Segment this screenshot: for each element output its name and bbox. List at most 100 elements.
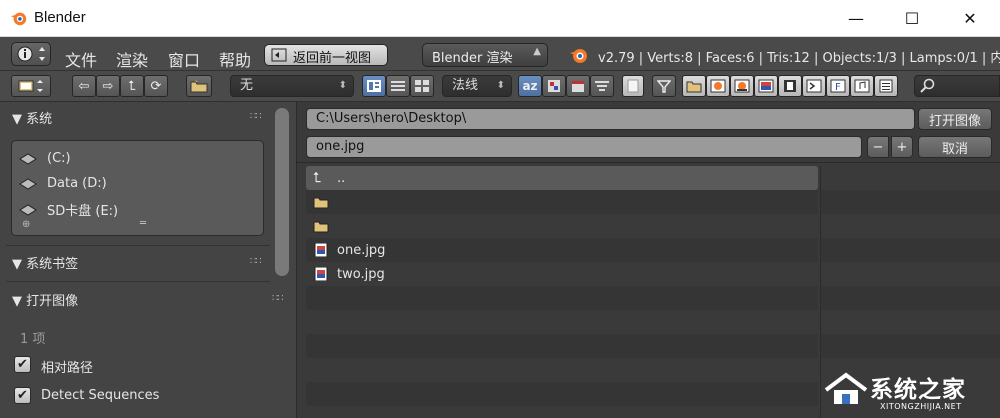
sound-file-icon [854, 79, 870, 93]
refresh-button[interactable]: ⟳ [144, 75, 168, 97]
directory-path-input[interactable]: C:\Users\hero\Desktop\ [306, 108, 915, 130]
maximize-button[interactable]: ☐ [884, 0, 940, 37]
image-file-icon [314, 267, 328, 281]
relative-path-label: 相对路径 [41, 361, 94, 376]
menu-help[interactable]: 帮助 [219, 47, 251, 71]
sort-size-icon [595, 81, 609, 91]
display-size-value: 法线 [452, 78, 479, 93]
filter-movie-button[interactable] [778, 75, 802, 97]
list-row-empty [306, 382, 818, 406]
parent-directory-button[interactable]: ⮤ [120, 75, 144, 97]
filter-script-button[interactable] [802, 75, 826, 97]
drive-item-c[interactable]: (C:) [18, 151, 71, 166]
minimize-button[interactable]: — [828, 0, 884, 37]
calendar-icon [572, 81, 584, 92]
display-thumbnails-button[interactable] [410, 75, 434, 97]
blend-file-icon [710, 79, 726, 93]
list-item-label: two.jpg [337, 266, 385, 282]
display-short-list-button[interactable] [362, 75, 386, 97]
open-image-button[interactable]: 打开图像 [918, 108, 992, 130]
filename-input[interactable]: one.jpg [306, 136, 862, 158]
arrow-right-icon: ⇨ [102, 78, 114, 94]
list-item-folder[interactable] [306, 190, 818, 214]
list-item-folder[interactable] [306, 214, 818, 238]
drive-label: Data (D:) [47, 176, 107, 191]
render-engine-dropdown[interactable]: Blender 渲染 ▲ [422, 43, 548, 67]
editor-type-button[interactable] [11, 42, 51, 66]
open-image-panel-header[interactable]: ▼ 打开图像 [12, 290, 78, 309]
list-row-empty [306, 286, 818, 310]
funnel-icon [657, 80, 671, 93]
info-icon [17, 46, 45, 62]
back-label: 返回前一视图 [293, 51, 372, 66]
header-divider [296, 162, 1000, 163]
filter-text-button[interactable] [874, 75, 898, 97]
filter-toggle-button[interactable] [652, 75, 676, 97]
disk-icon [19, 203, 37, 216]
selected-count: 1 项 [20, 332, 46, 347]
folder-stack-icon [18, 80, 43, 92]
drag-grip-icon[interactable]: ∷∷ [272, 293, 284, 304]
sort-alpha-button[interactable]: az [518, 75, 542, 97]
svg-text:F: F [835, 82, 841, 93]
plus-icon: + [896, 139, 908, 155]
list-item-file[interactable]: one.jpg [306, 238, 818, 262]
cancel-button[interactable]: 取消 [918, 136, 992, 158]
add-item-icon[interactable]: ⊕ [22, 219, 30, 230]
filter-sound-button[interactable] [850, 75, 874, 97]
menu-file[interactable]: 文件 [65, 47, 97, 71]
display-long-list-button[interactable] [386, 75, 410, 97]
window-titlebar: Blender — ☐ ✕ [0, 0, 1000, 37]
drag-grip-icon[interactable]: ∷∷ [250, 111, 262, 122]
detect-sequences-checkbox[interactable]: ✔ [14, 387, 31, 404]
resize-handle-icon[interactable]: ═ [140, 218, 146, 229]
list-item-file[interactable]: two.jpg [306, 262, 818, 286]
display-size-dropdown[interactable]: 法线 ⬍ [442, 75, 512, 97]
sort-time-button[interactable] [566, 75, 590, 97]
navigate-forward-button[interactable]: ⇨ [96, 75, 120, 97]
filter-font-button[interactable]: F [826, 75, 850, 97]
filter-backup-button[interactable] [730, 75, 754, 97]
sidebar-scrollbar[interactable] [275, 108, 289, 276]
panel-divider [6, 281, 270, 282]
sort-extension-button[interactable] [542, 75, 566, 97]
editor-type-filebrowser-button[interactable] [11, 75, 51, 97]
checkmark-icon: ✔ [17, 388, 28, 403]
updown-arrows-icon: ▲ [533, 46, 541, 57]
search-icon [920, 78, 935, 93]
filter-blender-button[interactable] [706, 75, 730, 97]
panel-divider [6, 245, 270, 246]
list-row-empty [306, 334, 818, 358]
font-file-icon: F [830, 79, 846, 93]
decrement-filename-button[interactable]: − [867, 136, 889, 158]
menu-render[interactable]: 渲染 [116, 47, 148, 71]
recent-filter-dropdown[interactable]: 无 ⬍ [230, 75, 354, 97]
site-watermark: 系统之家 XITONGZHIJIA.NET [822, 368, 1000, 418]
back-to-previous-button[interactable]: 返回前一视图 [264, 44, 388, 66]
drag-grip-icon[interactable]: ∷∷ [250, 256, 262, 267]
file-list: ⮤ .. one.jpg two.jpg [306, 166, 818, 418]
system-panel-header[interactable]: ▼ 系统 [12, 108, 52, 127]
menu-window[interactable]: 窗口 [168, 47, 200, 71]
arrow-left-icon: ⇦ [78, 78, 90, 94]
new-directory-button[interactable] [186, 75, 212, 97]
drive-item-e[interactable]: SD卡盘 (E:) [18, 200, 118, 219]
drive-item-d[interactable]: Data (D:) [18, 176, 107, 191]
navigate-back-button[interactable]: ⇦ [72, 75, 96, 97]
dropdown-arrows-icon: ⬍ [338, 80, 347, 91]
detail-list-icon [391, 81, 405, 91]
bookmarks-panel-header[interactable]: ▼ 系统书签 [12, 253, 78, 272]
filter-search-field[interactable] [914, 75, 1000, 97]
new-folder-icon [190, 79, 208, 93]
list-item-parent-dir[interactable]: ⮤ .. [306, 166, 818, 190]
blender-stats-logo-icon [570, 49, 587, 63]
filter-folders-button[interactable] [682, 75, 706, 97]
back-arrow-icon [271, 48, 287, 62]
hide-dot-files-button[interactable] [622, 75, 644, 97]
filter-image-button[interactable] [754, 75, 778, 97]
increment-filename-button[interactable]: + [891, 136, 913, 158]
relative-path-checkbox[interactable]: ✔ [14, 356, 31, 373]
close-button[interactable]: ✕ [942, 0, 998, 37]
sort-size-button[interactable] [590, 75, 614, 97]
window-title: Blender [34, 9, 86, 26]
